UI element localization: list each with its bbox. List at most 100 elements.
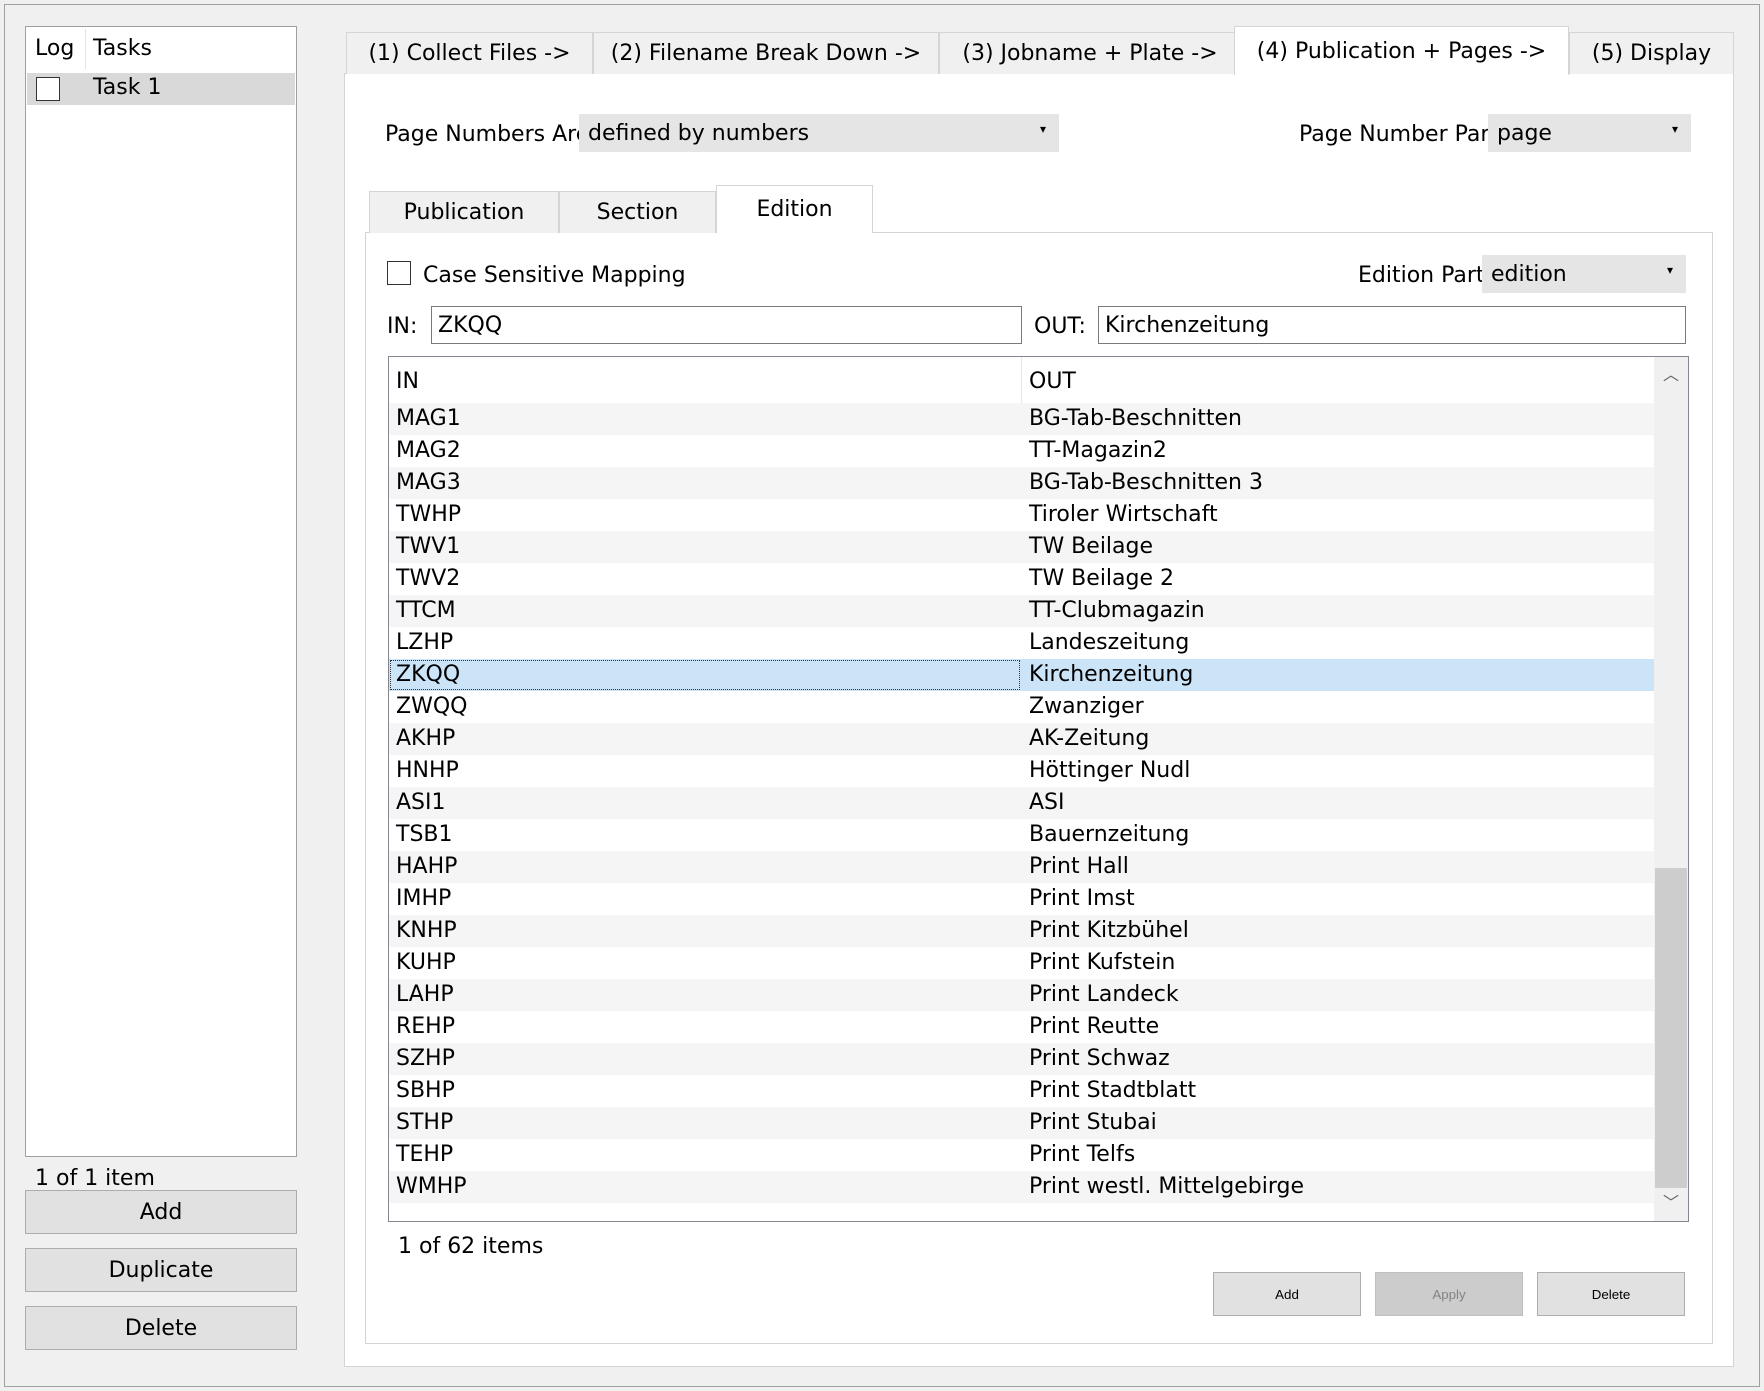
cell-out: BG-Tab-Beschnitten 3	[1029, 470, 1263, 495]
column-header-in[interactable]: IN	[396, 369, 419, 394]
column-divider[interactable]	[85, 29, 86, 69]
table-row[interactable]: TEHP Print Telfs	[389, 1139, 1654, 1171]
table-row[interactable]: TWV2 TW Beilage 2	[389, 563, 1654, 595]
duplicate-task-button[interactable]: Duplicate	[25, 1248, 297, 1292]
table-row[interactable]: TSB1 Bauernzeitung	[389, 819, 1654, 851]
table-row[interactable]: ZKQQ Kirchenzeitung	[389, 659, 1654, 691]
table-row[interactable]: HNHP Höttinger Nudl	[389, 755, 1654, 787]
tab-collect-files[interactable]: (1) Collect Files ->	[346, 32, 593, 74]
cell-in: TEHP	[396, 1142, 454, 1167]
page-number-part-dropdown[interactable]: page ▾	[1488, 114, 1691, 152]
apply-button[interactable]: Apply	[1375, 1272, 1523, 1316]
column-divider[interactable]	[1021, 357, 1022, 403]
table-row[interactable]: STHP Print Stubai	[389, 1107, 1654, 1139]
column-header-out[interactable]: OUT	[1029, 369, 1076, 394]
scroll-up-icon[interactable]: ︿	[1654, 361, 1688, 389]
table-row[interactable]: MAG1 BG-Tab-Beschnitten	[389, 403, 1654, 435]
in-label: IN:	[387, 314, 418, 339]
column-header-tasks[interactable]: Tasks	[93, 36, 152, 61]
cell-in: HAHP	[396, 854, 458, 879]
table-row[interactable]: MAG2 TT-Magazin2	[389, 435, 1654, 467]
table-row[interactable]: WMHP Print westl. Mittelgebirge	[389, 1171, 1654, 1203]
table-row[interactable]: TWV1 TW Beilage	[389, 531, 1654, 563]
cell-in: IMHP	[396, 886, 452, 911]
table-row[interactable]: ASI1 ASI	[389, 787, 1654, 819]
in-input[interactable]: ZKQQ	[431, 306, 1022, 344]
mapping-table[interactable]: IN OUT MAG1 BG-Tab-Beschnitten MAG2 TT-Maga…	[388, 356, 1689, 1222]
cell-out: TT-Magazin2	[1029, 438, 1167, 463]
table-row[interactable]: HAHP Print Hall	[389, 851, 1654, 883]
task-row[interactable]: Task 1	[27, 73, 295, 105]
table-row[interactable]: SBHP Print Stadtblatt	[389, 1075, 1654, 1107]
table-row[interactable]: ZWQQ Zwanziger	[389, 691, 1654, 723]
page-number-part-value: page	[1497, 120, 1552, 146]
cell-in: KUHP	[396, 950, 456, 975]
cell-in: STHP	[396, 1110, 454, 1135]
case-sensitive-checkbox[interactable]	[387, 261, 411, 285]
task-list[interactable]: Log Tasks Task 1	[25, 26, 297, 1157]
dropdown-arrow-icon: ▾	[1671, 122, 1678, 136]
cell-out: Tiroler Wirtschaft	[1029, 502, 1218, 527]
table-row[interactable]: MAG3 BG-Tab-Beschnitten 3	[389, 467, 1654, 499]
tab-jobname-plate[interactable]: (3) Jobname + Plate ->	[939, 32, 1241, 74]
page-number-part-label: Page Number Part	[1299, 122, 1499, 147]
table-row[interactable]: KNHP Print Kitzbühel	[389, 915, 1654, 947]
cell-out: Landeszeitung	[1029, 630, 1190, 655]
cell-in: LZHP	[396, 630, 454, 655]
cell-in: MAG2	[396, 438, 461, 463]
task-label: Task 1	[93, 75, 162, 100]
case-sensitive-label[interactable]: Case Sensitive Mapping	[423, 263, 686, 288]
cell-out: TW Beilage	[1029, 534, 1154, 559]
scroll-down-icon[interactable]: ﹀	[1654, 1189, 1688, 1217]
vertical-scrollbar[interactable]: ︿ ﹀	[1654, 357, 1688, 1221]
cell-out: AK-Zeitung	[1029, 726, 1150, 751]
edition-part-dropdown[interactable]: edition ▾	[1482, 255, 1686, 293]
table-row[interactable]: LAHP Print Landeck	[389, 979, 1654, 1011]
dropdown-arrow-icon: ▾	[1039, 122, 1046, 136]
table-header: IN OUT	[389, 357, 1654, 403]
table-row[interactable]: SZHP Print Schwaz	[389, 1043, 1654, 1075]
cell-in: HNHP	[396, 758, 459, 783]
table-row[interactable]: AKHP AK-Zeitung	[389, 723, 1654, 755]
cell-out: Print Landeck	[1029, 982, 1179, 1007]
task-count: 1 of 1 item	[35, 1166, 155, 1191]
tab-display[interactable]: (5) Display	[1569, 32, 1734, 74]
tab-publication[interactable]: Publication	[369, 191, 559, 233]
cell-out: Print westl. Mittelgebirge	[1029, 1174, 1305, 1199]
focus-rectangle	[390, 660, 1020, 690]
cell-in: TSB1	[396, 822, 453, 847]
page-numbers-dropdown[interactable]: defined by numbers ▾	[579, 114, 1059, 152]
scrollbar-thumb[interactable]	[1655, 868, 1687, 1188]
delete-mapping-button[interactable]: Delete	[1537, 1272, 1685, 1316]
cell-out: Print Reutte	[1029, 1014, 1160, 1039]
tab-publication-pages[interactable]: (4) Publication + Pages ->	[1234, 26, 1569, 75]
tab-filename-break-down[interactable]: (2) Filename Break Down ->	[593, 32, 939, 74]
cell-in: KNHP	[396, 918, 457, 943]
cell-in: MAG3	[396, 470, 461, 495]
tab-section[interactable]: Section	[559, 191, 716, 233]
table-row[interactable]: REHP Print Reutte	[389, 1011, 1654, 1043]
cell-out: Print Stadtblatt	[1029, 1078, 1197, 1103]
table-row[interactable]: LZHP Landeszeitung	[389, 627, 1654, 659]
cell-in: TTCM	[396, 598, 456, 623]
add-task-button[interactable]: Add	[25, 1190, 297, 1234]
table-row[interactable]: TWHP Tiroler Wirtschaft	[389, 499, 1654, 531]
tab-edition[interactable]: Edition	[716, 185, 873, 233]
cell-out: ASI	[1029, 790, 1065, 815]
table-row[interactable]: IMHP Print Imst	[389, 883, 1654, 915]
cell-in: ZKQQ	[396, 662, 461, 687]
cell-out: Print Schwaz	[1029, 1046, 1170, 1071]
cell-out: TW Beilage 2	[1029, 566, 1175, 591]
table-row[interactable]: KUHP Print Kufstein	[389, 947, 1654, 979]
task-log-checkbox[interactable]	[36, 77, 60, 101]
add-mapping-button[interactable]: Add	[1213, 1272, 1361, 1316]
out-input[interactable]: Kirchenzeitung	[1098, 306, 1686, 344]
table-row[interactable]: TTCM TT-Clubmagazin	[389, 595, 1654, 627]
cell-out: Print Kufstein	[1029, 950, 1176, 975]
edition-part-label: Edition Part	[1358, 263, 1485, 288]
page-numbers-label: Page Numbers Are	[385, 122, 590, 147]
cell-in: AKHP	[396, 726, 456, 751]
task-list-header: Log Tasks	[26, 27, 296, 73]
column-header-log[interactable]: Log	[35, 36, 74, 61]
delete-task-button[interactable]: Delete	[25, 1306, 297, 1350]
